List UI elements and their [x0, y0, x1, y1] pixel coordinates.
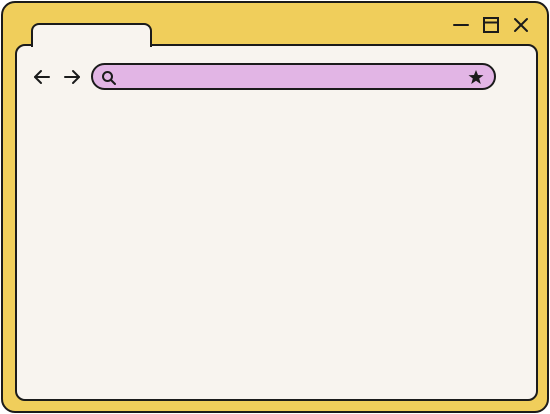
back-button[interactable]	[31, 66, 53, 88]
minimize-icon[interactable]	[451, 15, 471, 35]
star-icon[interactable]	[468, 69, 484, 85]
page-content	[15, 44, 538, 401]
close-icon[interactable]	[511, 15, 531, 35]
arrow-right-icon	[64, 70, 80, 84]
address-input[interactable]	[121, 67, 461, 86]
browser-window	[1, 1, 549, 413]
maximize-icon[interactable]	[481, 15, 501, 35]
forward-button[interactable]	[61, 66, 83, 88]
search-icon	[102, 71, 116, 85]
window-controls	[451, 15, 531, 35]
browser-tab[interactable]	[31, 23, 152, 47]
address-bar[interactable]	[91, 63, 496, 90]
navigation-buttons	[31, 66, 83, 88]
arrow-left-icon	[34, 70, 50, 84]
